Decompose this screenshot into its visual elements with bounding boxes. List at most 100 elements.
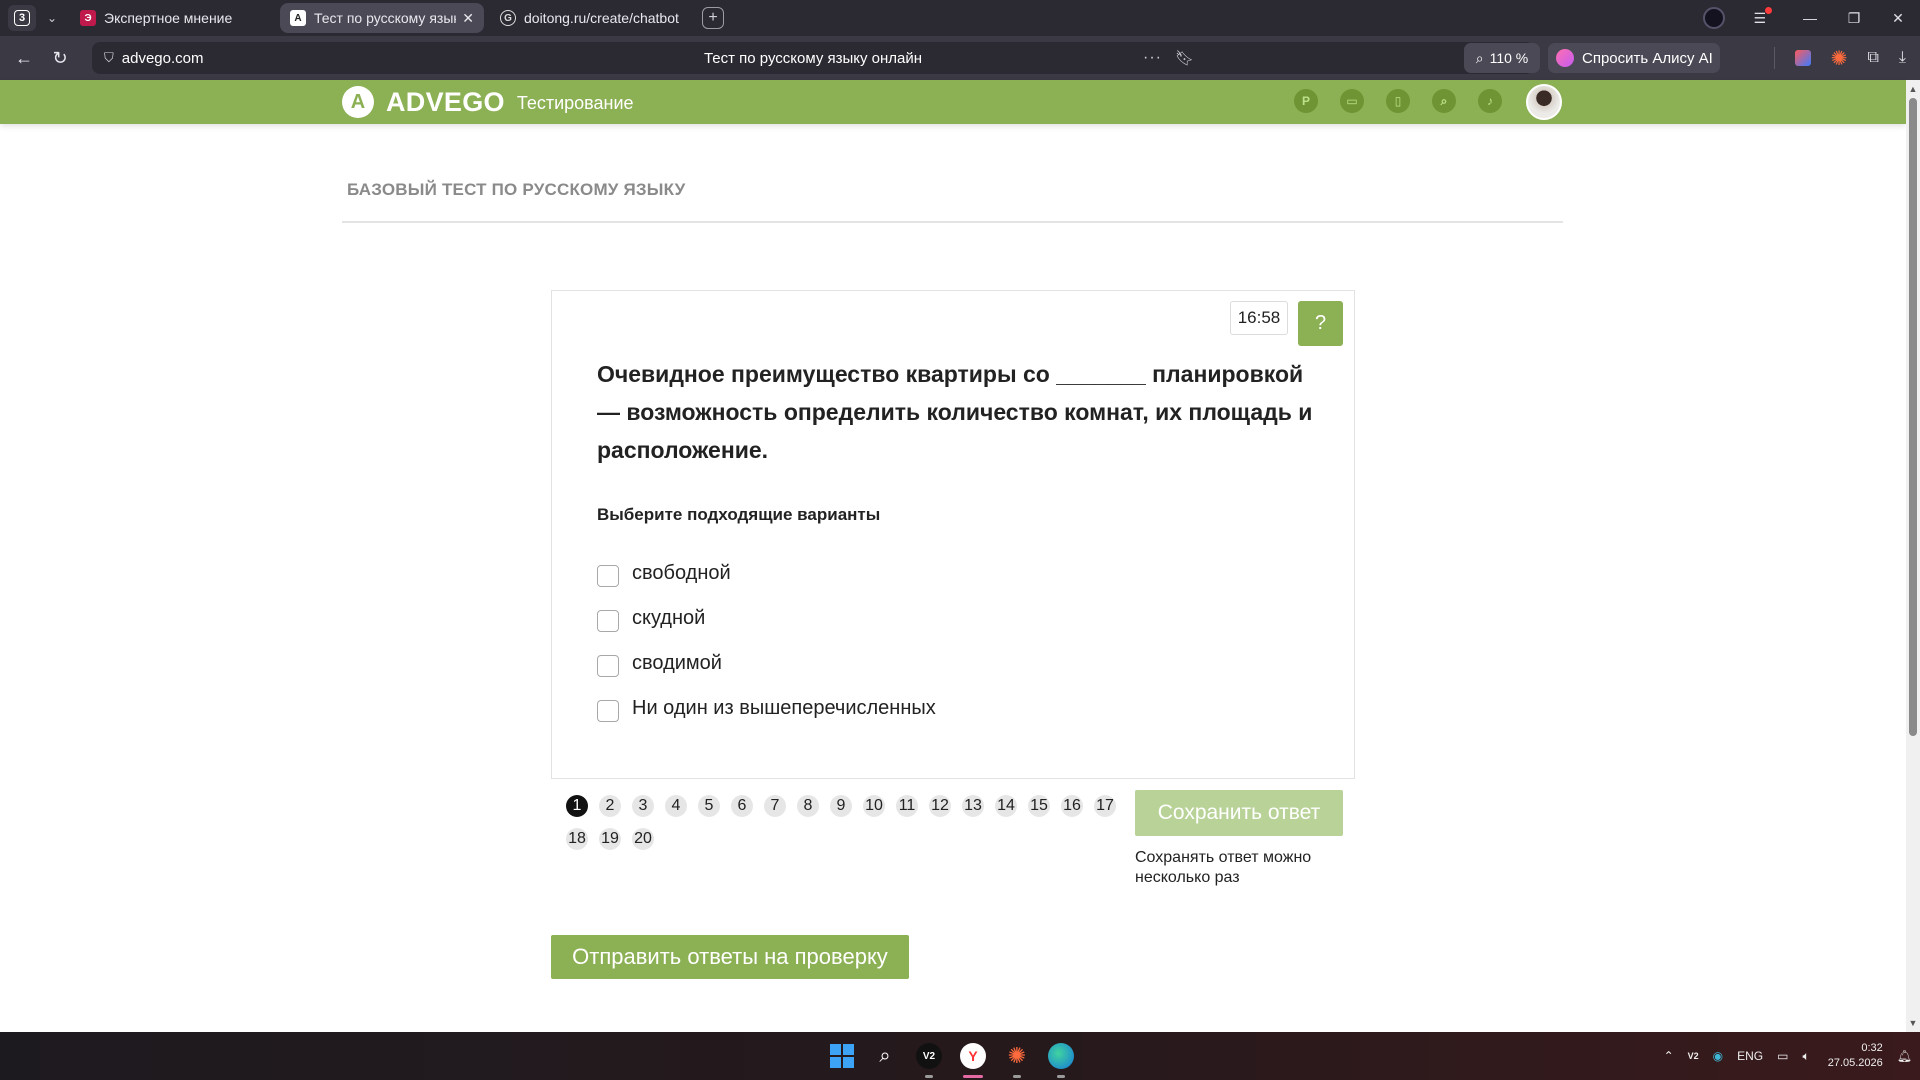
brand-name: ADVEGO: [386, 86, 505, 117]
help-button[interactable]: ?: [1298, 301, 1343, 346]
v2-tray-icon[interactable]: V2: [1688, 1051, 1699, 1061]
page-18-button[interactable]: 18: [566, 828, 588, 850]
site-logo[interactable]: A ADVEGO Тестирование: [342, 86, 634, 118]
collections-icon[interactable]: ⧉: [1867, 49, 1878, 67]
advego-logo-icon: A: [342, 86, 374, 118]
checkbox[interactable]: [597, 564, 619, 587]
page-2-button[interactable]: 2: [599, 795, 621, 817]
page-13-button[interactable]: 13: [962, 795, 984, 817]
header-icons: P ▭ ▯ ⌕ ♪: [1294, 89, 1502, 113]
option-1[interactable]: свободной: [597, 553, 936, 598]
page-9-button[interactable]: 9: [830, 795, 852, 817]
star-burst-app-icon[interactable]: ✺: [1004, 1043, 1030, 1078]
option-label: сводимой: [632, 652, 722, 674]
checkbox[interactable]: [597, 654, 619, 677]
v2-app-icon[interactable]: V2: [916, 1043, 942, 1078]
notification-icon[interactable]: 🔔︎: [1897, 1049, 1912, 1063]
star-burst-icon[interactable]: ✺: [1831, 46, 1848, 71]
search-icon[interactable]: ⌕: [872, 1043, 898, 1069]
balance-icon[interactable]: P: [1294, 89, 1318, 113]
close-window-icon[interactable]: ✕: [1876, 10, 1920, 27]
download-icon[interactable]: ⤓: [1899, 49, 1906, 67]
page-15-button[interactable]: 15: [1028, 795, 1050, 817]
menu-icon[interactable]: ☰: [1753, 6, 1772, 27]
chat-icon[interactable]: ▭: [1340, 89, 1364, 113]
site-header: A ADVEGO Тестирование P ▭ ▯ ⌕ ♪: [0, 80, 1906, 124]
clock-date: 27.05.2026: [1827, 1057, 1883, 1069]
bookmark-icon[interactable]: 🔖︎: [1175, 49, 1194, 67]
avatar[interactable]: [1526, 84, 1562, 120]
window-controls: ☰ — ❐ ✕: [1703, 0, 1920, 36]
search-icon[interactable]: ⌕: [1432, 89, 1456, 113]
tab-advego-test[interactable]: A Тест по русскому язык ✕: [280, 3, 484, 33]
page-20-button[interactable]: 20: [632, 828, 654, 850]
chevron-up-icon[interactable]: ⌃: [1664, 1049, 1674, 1063]
zoom-icon: ⌕: [1475, 49, 1484, 66]
vertical-scrollbar[interactable]: ▲ ▼: [1906, 80, 1920, 1032]
minimize-icon[interactable]: —: [1788, 10, 1832, 26]
tab-title: Экспертное мнение: [104, 10, 233, 26]
submit-answers-button[interactable]: Отправить ответы на проверку: [551, 935, 909, 979]
section-name: Тестирование: [516, 93, 634, 113]
option-label: Ни один из вышеперечисленных: [632, 697, 936, 719]
page-7-button[interactable]: 7: [764, 795, 786, 817]
checkbox[interactable]: [597, 609, 619, 632]
page-10-button[interactable]: 10: [863, 795, 885, 817]
url-field[interactable]: ⛉ advego.com Тест по русскому языку онла…: [92, 42, 1534, 74]
edge-tray-icon[interactable]: ◉: [1713, 1049, 1723, 1063]
taskbar: ⌕ V2 Y ✺ ⌃ V2 ◉ ENG ▭ 🔈︎ 0:32 27.05.2026…: [0, 1032, 1920, 1080]
restore-icon[interactable]: ❐: [1832, 10, 1876, 27]
page-1-button[interactable]: 1: [566, 795, 588, 817]
windows-start-icon[interactable]: [830, 1044, 854, 1068]
save-answer-button[interactable]: Сохранить ответ: [1135, 790, 1343, 836]
page-4-button[interactable]: 4: [665, 795, 687, 817]
advego-icon: A: [290, 10, 306, 26]
reload-icon[interactable]: ↻: [42, 48, 78, 69]
more-icon[interactable]: ···: [1143, 49, 1162, 67]
extensions-row: ✺ ⧉ ⤓: [1773, 36, 1906, 80]
page-6-button[interactable]: 6: [731, 795, 753, 817]
tab-count-button[interactable]: 3: [8, 5, 36, 31]
question-text: Очевидное преимущество квартиры со _____…: [597, 361, 1313, 463]
profile-icon[interactable]: [1703, 7, 1726, 29]
bell-icon[interactable]: ♪: [1478, 89, 1502, 113]
option-2[interactable]: скудной: [597, 598, 936, 643]
volume-icon[interactable]: 🔈︎: [1803, 1049, 1810, 1064]
chevron-down-icon[interactable]: ⌄: [40, 11, 64, 25]
alice-icon: [1556, 49, 1574, 67]
page-19-button[interactable]: 19: [599, 828, 621, 850]
tab-title: Тест по русскому язык: [314, 10, 457, 26]
zoom-indicator[interactable]: ⌕ 110 %: [1464, 43, 1540, 73]
question-pager: 1 2 3 4 5 6 7 8 9 10 11 12 13 14 15 16 17 18 19 20: [566, 795, 1126, 850]
edge-icon[interactable]: [1048, 1043, 1074, 1078]
option-4[interactable]: Ни один из вышеперечисленных: [597, 688, 936, 733]
back-icon[interactable]: ←: [6, 48, 42, 69]
scroll-down-icon[interactable]: ▼: [1906, 1016, 1920, 1030]
alice-button[interactable]: Спросить Алису AI: [1548, 43, 1720, 73]
scrollbar-thumb[interactable]: [1909, 98, 1917, 736]
close-icon[interactable]: ✕: [462, 10, 474, 27]
tab-expert-opinion[interactable]: Э Экспертное мнение: [70, 3, 274, 33]
clock[interactable]: 0:32 27.05.2026: [1828, 1041, 1883, 1071]
new-tab-button[interactable]: +: [702, 7, 724, 29]
scroll-up-icon[interactable]: ▲: [1906, 82, 1920, 96]
page-8-button[interactable]: 8: [797, 795, 819, 817]
page-3-button[interactable]: 3: [632, 795, 654, 817]
page-14-button[interactable]: 14: [995, 795, 1017, 817]
page-16-button[interactable]: 16: [1061, 795, 1083, 817]
checkbox[interactable]: [597, 699, 619, 722]
page-17-button[interactable]: 17: [1094, 795, 1116, 817]
bookmark-icon[interactable]: ▯: [1386, 89, 1410, 113]
page-5-button[interactable]: 5: [698, 795, 720, 817]
extension-icon[interactable]: [1794, 50, 1811, 66]
tab-doitong[interactable]: G doitong.ru/create/chatbot: [490, 3, 694, 33]
yandex-browser-icon[interactable]: Y: [960, 1043, 986, 1078]
option-3[interactable]: сводимой: [597, 643, 936, 688]
network-icon[interactable]: ▭: [1777, 1049, 1788, 1063]
page-11-button[interactable]: 11: [896, 795, 918, 817]
save-note: Сохранять ответ можно несколько раз: [1135, 849, 1312, 886]
tab-title: doitong.ru/create/chatbot: [524, 10, 679, 26]
page-12-button[interactable]: 12: [929, 795, 951, 817]
browser-tab-bar: 3 ⌄ Э Экспертное мнение A Тест по русско…: [0, 0, 1920, 36]
language-indicator[interactable]: ENG: [1737, 1049, 1763, 1063]
